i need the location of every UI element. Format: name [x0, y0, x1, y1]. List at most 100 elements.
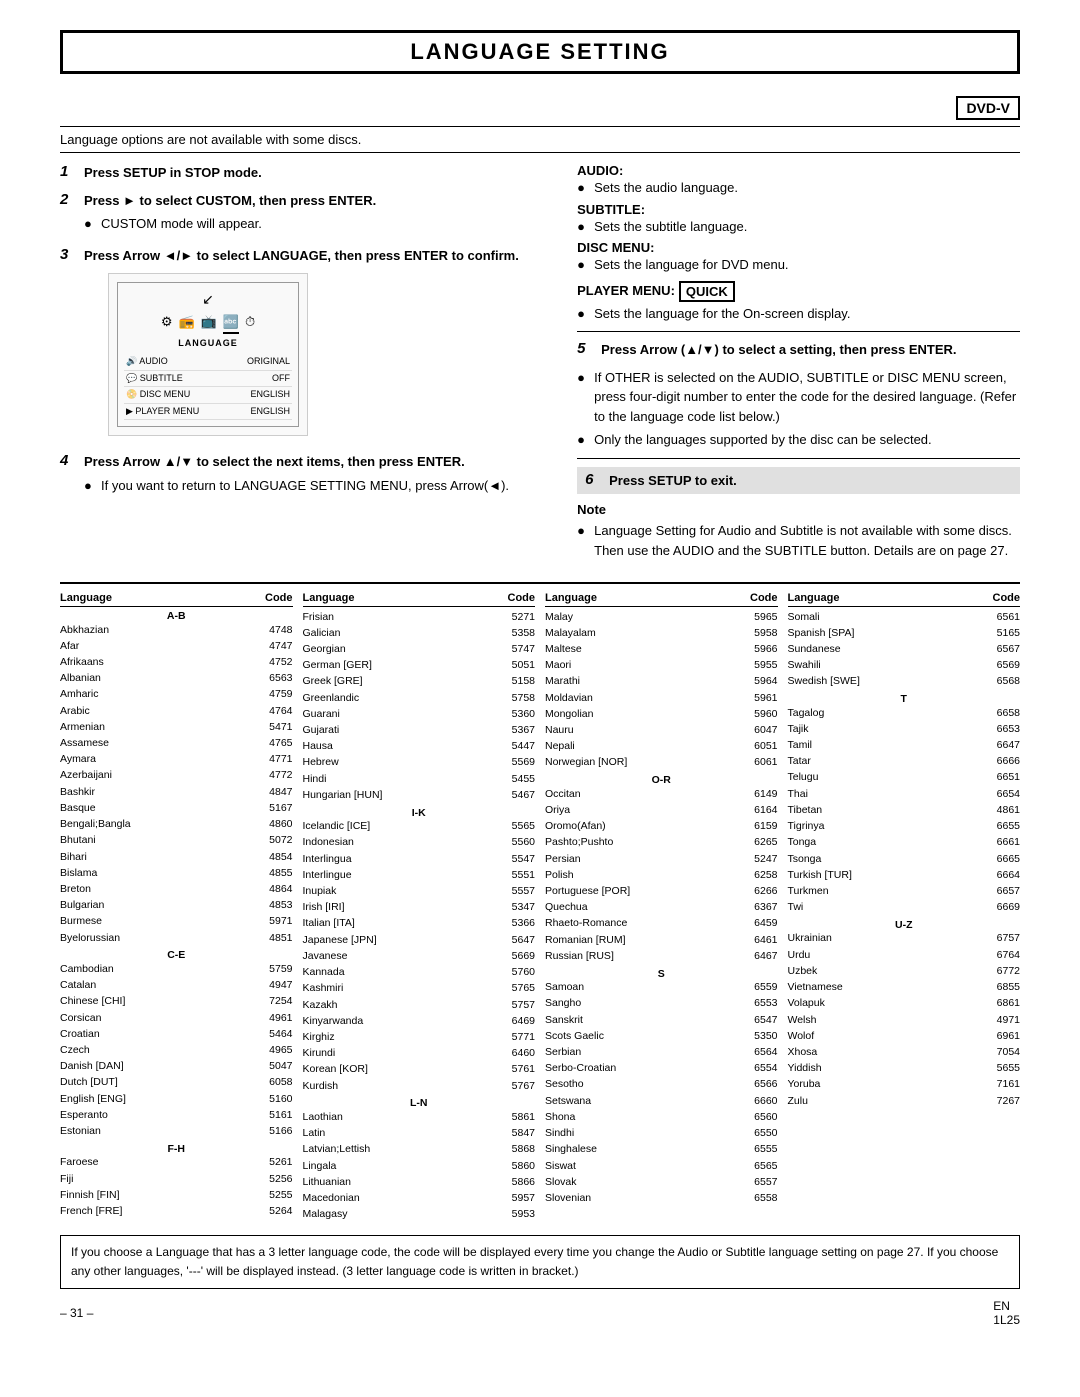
note-label: Note	[577, 502, 606, 517]
lang-row-bihari: Bihari4854	[60, 849, 293, 865]
step-2-text: Press ► to select CUSTOM, then press ENT…	[84, 191, 376, 238]
bullet-custom-text: CUSTOM mode will appear.	[101, 214, 262, 234]
lang-col-4-header-code: Code	[993, 592, 1021, 604]
lang-row-kirghiz: Kirghiz5771	[303, 1029, 536, 1045]
diagram-row-3-val: ENGLISH	[250, 388, 290, 402]
lang-row-cambodian: Cambodian5759	[60, 961, 293, 977]
lang-row-arabic: Arabic4764	[60, 703, 293, 719]
lang-row-romanian: Romanian [RUM]6461	[545, 932, 778, 948]
bullet-only-text: Only the languages supported by the disc…	[594, 430, 932, 450]
lang-row-turkish: Turkish [TUR]6664	[788, 867, 1021, 883]
language-table-section: Language Code A-B Abkhazian4748 Afar4747…	[60, 582, 1020, 1223]
lang-row-tonga: Tonga6661	[788, 835, 1021, 851]
lang-row-pashto: Pashto;Pushto6265	[545, 835, 778, 851]
step-6: 6 Press SETUP to exit.	[577, 467, 1020, 495]
lang-row-assamese: Assamese4765	[60, 736, 293, 752]
bottom-note: If you choose a Language that has a 3 le…	[60, 1235, 1020, 1289]
step-1-num: 1	[60, 163, 76, 180]
lang-row-interlingue: Interlingue5551	[303, 867, 536, 883]
lang-row-tsonga: Tsonga6665	[788, 851, 1021, 867]
lang-row-catalan: Catalan4947	[60, 978, 293, 994]
lang-section-or: O-R	[545, 774, 778, 786]
lang-row-siswat: Siswat6565	[545, 1158, 778, 1174]
lang-row-hindi: Hindi5455	[303, 771, 536, 787]
right-column: AUDIO: ● Sets the audio language. SUBTIT…	[577, 163, 1020, 564]
lang-row-ukrainian: Ukrainian6757	[788, 931, 1021, 947]
player-menu-row: PLAYER MENU: QUICK	[577, 281, 1020, 302]
lang-row-occitan: Occitan6149	[545, 786, 778, 802]
step-2-num: 2	[60, 191, 76, 208]
lang-col-3-header-lang: Language	[545, 592, 597, 604]
lang-row-malayalam: Malayalam5958	[545, 625, 778, 641]
lang-row-kannada: Kannada5760	[303, 965, 536, 981]
diagram-row-1-val: ORIGINAL	[247, 355, 290, 369]
lang-row-malay: Malay5965	[545, 609, 778, 625]
lang-row-scots: Scots Gaelic5350	[545, 1028, 778, 1044]
lang-row-uzbek: Uzbek6772	[788, 963, 1021, 979]
lang-col-3-header-code: Code	[750, 592, 778, 604]
lang-row-dutch: Dutch [DUT]6058	[60, 1075, 293, 1091]
lang-row-japanese: Japanese [JPN]5647	[303, 932, 536, 948]
page-footer: – 31 – EN 1L25	[60, 1299, 1020, 1327]
lang-row-moldavian: Moldavian5961	[545, 690, 778, 706]
diagram-row-1: 🔊 AUDIO ORIGINAL	[124, 354, 292, 371]
lang-row-tigrinya: Tigrinya6655	[788, 819, 1021, 835]
page-title: LANGUAGE SETTING	[60, 30, 1020, 74]
lang-section-ce: C-E	[60, 949, 293, 961]
lang-row-laothian: Laothian5861	[303, 1109, 536, 1125]
step-3-num: 3	[60, 246, 76, 263]
step-1: 1 Press SETUP in STOP mode.	[60, 163, 547, 183]
lang-row-kirundi: Kirundi6460	[303, 1046, 536, 1062]
lang-row-singhalese: Singhalese6555	[545, 1142, 778, 1158]
bullet-dot-only: ●	[577, 430, 589, 450]
lang-row-bashkir: Bashkir4847	[60, 784, 293, 800]
diagram-icon-2: 📻	[178, 312, 194, 334]
lang-row-serbian: Serbian6564	[545, 1044, 778, 1060]
diagram-row-3: 📀 DISC MENU ENGLISH	[124, 387, 292, 404]
lang-row-frisian: Frisian5271	[303, 609, 536, 625]
lang-row-oromo: Oromo(Afan)6159	[545, 819, 778, 835]
lang-row-interlingua: Interlingua5547	[303, 851, 536, 867]
lang-row-portuguese: Portuguese [POR]6266	[545, 884, 778, 900]
lang-row-finnish: Finnish [FIN]5255	[60, 1187, 293, 1203]
language-table-grid: Language Code A-B Abkhazian4748 Afar4747…	[60, 592, 1020, 1223]
step-5-text: Press Arrow (▲/▼) to select a setting, t…	[601, 340, 956, 360]
lang-row-maltese: Maltese5966	[545, 641, 778, 657]
lang-row-samoan: Samoan6559	[545, 980, 778, 996]
diagram-icon-3: 📺	[201, 312, 217, 334]
lang-section-ik: I-K	[303, 807, 536, 819]
step-4: 4 Press Arrow ▲/▼ to select the next ite…	[60, 452, 547, 499]
diagram-row-4-label: ▶ PLAYER MENU	[126, 405, 199, 419]
lang-row-breton: Breton4864	[60, 882, 293, 898]
divider-2	[577, 458, 1020, 459]
lang-row-danish: Danish [DAN]5047	[60, 1059, 293, 1075]
lang-row-tibetan: Tibetan4861	[788, 802, 1021, 818]
subtitle-desc: Sets the subtitle language.	[594, 217, 747, 237]
lang-row-german: German [GER]5051	[303, 658, 536, 674]
bullet-only: ● Only the languages supported by the di…	[577, 430, 1020, 450]
lang-row-vietnamese: Vietnamese6855	[788, 980, 1021, 996]
lang-row-kashmiri: Kashmiri5765	[303, 981, 536, 997]
lang-row-croatian: Croatian5464	[60, 1026, 293, 1042]
audio-section: AUDIO: ● Sets the audio language.	[577, 163, 1020, 198]
bullet-dot-player: ●	[577, 304, 589, 324]
diagram-row-2-label: 💬 SUBTITLE	[126, 372, 183, 386]
lang-row-estonian: Estonian5166	[60, 1124, 293, 1140]
lang-row-tamil: Tamil6647	[788, 738, 1021, 754]
step-1-text: Press SETUP in STOP mode.	[84, 163, 262, 183]
lang-col-4-header-lang: Language	[788, 592, 840, 604]
lang-row-albanian: Albanian6563	[60, 671, 293, 687]
lang-row-oriya: Oriya6164	[545, 802, 778, 818]
lang-row-corsican: Corsican4961	[60, 1010, 293, 1026]
lang-col-2-header-lang: Language	[303, 592, 355, 604]
lang-col-1-header-code: Code	[265, 592, 293, 604]
audio-desc: Sets the audio language.	[594, 178, 738, 198]
lang-row-indonesian: Indonesian5560	[303, 835, 536, 851]
diagram-label: LANGUAGE	[178, 337, 238, 351]
lang-row-kinyarwanda: Kinyarwanda6469	[303, 1013, 536, 1029]
lang-row-sindhi: Sindhi6550	[545, 1126, 778, 1142]
main-content: 1 Press SETUP in STOP mode. 2 Press ► to…	[60, 163, 1020, 564]
lang-row-gujarati: Gujarati5367	[303, 723, 536, 739]
lang-row-fiji: Fiji5256	[60, 1171, 293, 1187]
step-4-num: 4	[60, 452, 76, 469]
